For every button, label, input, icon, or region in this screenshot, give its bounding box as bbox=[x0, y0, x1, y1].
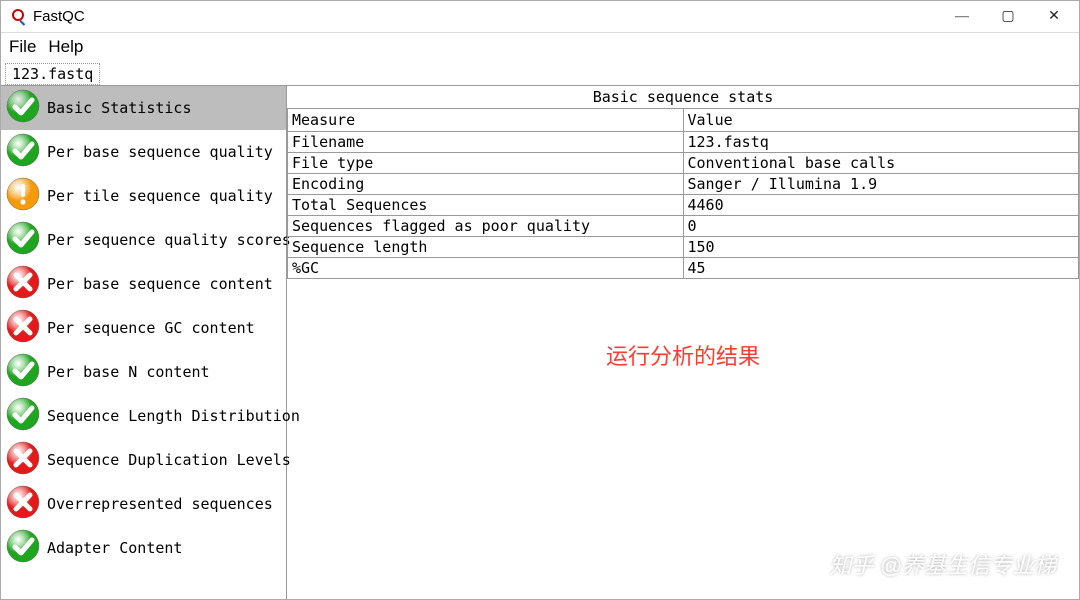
table-header-measure: Measure bbox=[288, 109, 684, 132]
pass-status-icon bbox=[5, 220, 41, 260]
sidebar-item-overrepresented-sequences[interactable]: Overrepresented sequences bbox=[1, 482, 286, 526]
cell-measure: Sequence length bbox=[288, 237, 684, 258]
sidebar-item-label: Adapter Content bbox=[47, 539, 182, 557]
fail-status-icon bbox=[5, 264, 41, 304]
window-controls: — ▢ ✕ bbox=[939, 2, 1077, 32]
table-row: Sequences flagged as poor quality0 bbox=[288, 216, 1079, 237]
pass-status-icon bbox=[5, 132, 41, 172]
table-row: %GC45 bbox=[288, 258, 1079, 279]
sidebar-item-per-base-sequence-quality[interactable]: Per base sequence quality bbox=[1, 130, 286, 174]
pass-status-icon bbox=[5, 396, 41, 436]
sidebar-item-label: Per sequence quality scores bbox=[47, 231, 291, 249]
fail-status-icon bbox=[5, 484, 41, 524]
cell-measure: Sequences flagged as poor quality bbox=[288, 216, 684, 237]
table-row: Sequence length150 bbox=[288, 237, 1079, 258]
sidebar-item-sequence-duplication-levels[interactable]: Sequence Duplication Levels bbox=[1, 438, 286, 482]
sidebar-item-per-sequence-gc-content[interactable]: Per sequence GC content bbox=[1, 306, 286, 350]
tabbar: 123.fastq bbox=[1, 63, 1079, 85]
table-row: EncodingSanger / Illumina 1.9 bbox=[288, 174, 1079, 195]
maximize-button[interactable]: ▢ bbox=[985, 2, 1031, 32]
menu-help[interactable]: Help bbox=[44, 35, 87, 59]
minimize-button[interactable]: — bbox=[939, 2, 985, 32]
sidebar-item-label: Sequence Duplication Levels bbox=[47, 451, 291, 469]
menubar: File Help bbox=[1, 33, 1079, 63]
cell-value: Conventional base calls bbox=[683, 153, 1079, 174]
table-row: Total Sequences4460 bbox=[288, 195, 1079, 216]
sidebar-item-label: Basic Statistics bbox=[47, 99, 192, 117]
sidebar-item-basic-statistics[interactable]: Basic Statistics bbox=[1, 86, 286, 130]
cell-value: 45 bbox=[683, 258, 1079, 279]
sidebar-item-per-sequence-quality-scores[interactable]: Per sequence quality scores bbox=[1, 218, 286, 262]
table-row: Filename123.fastq bbox=[288, 132, 1079, 153]
menu-file[interactable]: File bbox=[5, 35, 40, 59]
window-title: FastQC bbox=[33, 8, 939, 25]
module-sidebar: Basic Statistics Per base sequence qualit… bbox=[1, 86, 287, 599]
cell-measure: Encoding bbox=[288, 174, 684, 195]
cell-measure: File type bbox=[288, 153, 684, 174]
pass-status-icon bbox=[5, 88, 41, 128]
app-window: FastQC — ▢ ✕ File Help 123.fastq Basic S… bbox=[0, 0, 1080, 600]
fail-status-icon bbox=[5, 440, 41, 480]
close-button[interactable]: ✕ bbox=[1031, 2, 1077, 32]
cell-value: 150 bbox=[683, 237, 1079, 258]
content-area: Basic Statistics Per base sequence qualit… bbox=[1, 85, 1079, 599]
sidebar-item-sequence-length-distribution[interactable]: Sequence Length Distribution bbox=[1, 394, 286, 438]
sidebar-item-label: Per base sequence content bbox=[47, 275, 273, 293]
watermark: 知乎 @养基生信专业梯 bbox=[830, 548, 1056, 580]
fail-status-icon bbox=[5, 308, 41, 348]
panel-title: Basic sequence stats bbox=[287, 86, 1079, 108]
cell-value: 4460 bbox=[683, 195, 1079, 216]
warn-status-icon bbox=[5, 176, 41, 216]
table-row: File typeConventional base calls bbox=[288, 153, 1079, 174]
cell-measure: Total Sequences bbox=[288, 195, 684, 216]
cell-value: Sanger / Illumina 1.9 bbox=[683, 174, 1079, 195]
sidebar-item-per-base-n-content[interactable]: Per base N content bbox=[1, 350, 286, 394]
sidebar-item-per-tile-sequence-quality[interactable]: Per tile sequence quality bbox=[1, 174, 286, 218]
cell-measure: %GC bbox=[288, 258, 684, 279]
cell-value: 123.fastq bbox=[683, 132, 1079, 153]
sidebar-item-label: Overrepresented sequences bbox=[47, 495, 273, 513]
sidebar-item-label: Per base sequence quality bbox=[47, 143, 273, 161]
main-panel: Basic sequence stats Measure Value Filen… bbox=[287, 86, 1079, 599]
sidebar-item-label: Per sequence GC content bbox=[47, 319, 255, 337]
table-header-value: Value bbox=[683, 109, 1079, 132]
pass-status-icon bbox=[5, 352, 41, 392]
annotation-text: 运行分析的结果 bbox=[287, 339, 1079, 371]
sidebar-item-label: Sequence Length Distribution bbox=[47, 407, 300, 425]
sidebar-item-adapter-content[interactable]: Adapter Content bbox=[1, 526, 286, 570]
app-icon bbox=[9, 8, 27, 26]
tab-file[interactable]: 123.fastq bbox=[5, 63, 100, 85]
cell-value: 0 bbox=[683, 216, 1079, 237]
sidebar-item-label: Per base N content bbox=[47, 363, 210, 381]
cell-measure: Filename bbox=[288, 132, 684, 153]
sidebar-item-label: Per tile sequence quality bbox=[47, 187, 273, 205]
titlebar: FastQC — ▢ ✕ bbox=[1, 1, 1079, 33]
pass-status-icon bbox=[5, 528, 41, 568]
sidebar-item-per-base-sequence-content[interactable]: Per base sequence content bbox=[1, 262, 286, 306]
stats-table: Measure Value Filename123.fastqFile type… bbox=[287, 108, 1079, 279]
